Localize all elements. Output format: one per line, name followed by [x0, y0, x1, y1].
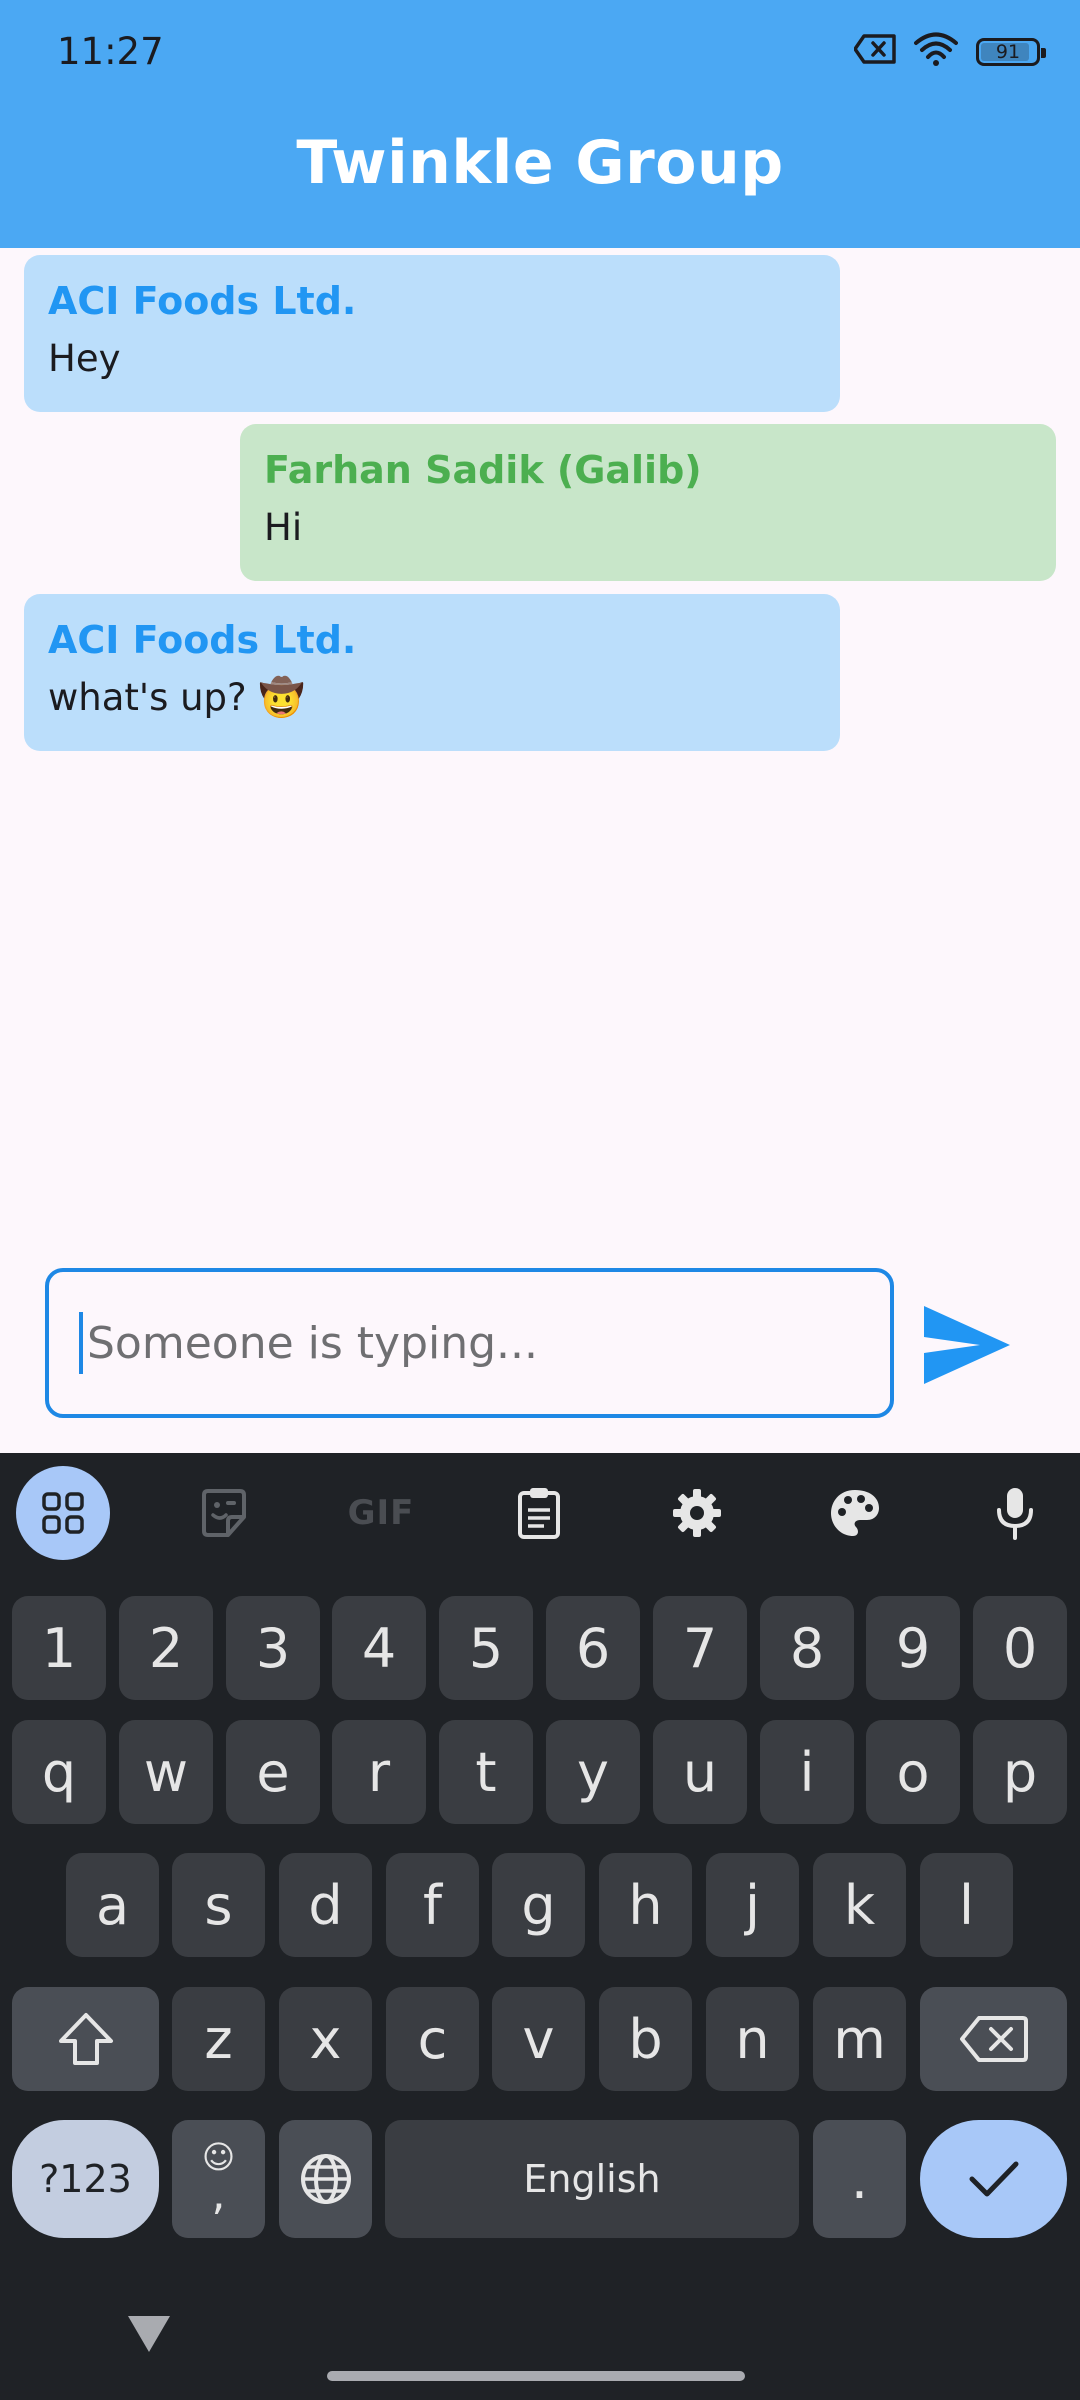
clipboard-icon [518, 1488, 560, 1539]
keyboard: GIF 1 2 3 4 5 6 7 8 9 0 q w e r t y u i … [0, 1453, 1080, 2400]
apps-grid-icon [42, 1492, 84, 1534]
key-s[interactable]: s [172, 1853, 265, 1957]
message-input-box[interactable] [45, 1268, 894, 1418]
symbols-key[interactable]: ?123 [12, 2120, 159, 2238]
comma-label: , [211, 2169, 226, 2220]
message-sender: ACI Foods Ltd. [48, 618, 357, 662]
key-v[interactable]: v [492, 1987, 585, 2091]
key-d[interactable]: d [279, 1853, 372, 1957]
shift-icon [58, 2013, 113, 2065]
key-7[interactable]: 7 [653, 1596, 747, 1700]
sticker-icon [202, 1489, 246, 1537]
battery-level: 91 [995, 40, 1021, 63]
key-3[interactable]: 3 [226, 1596, 320, 1700]
globe-icon [300, 2154, 351, 2204]
app-bar: 11:27 91 Twinkle Group [0, 0, 1080, 248]
checkmark-icon [969, 2161, 1018, 2197]
voice-input-button[interactable] [995, 1486, 1035, 1540]
language-key[interactable] [279, 2120, 372, 2238]
key-r[interactable]: r [332, 1720, 426, 1824]
key-5[interactable]: 5 [439, 1596, 533, 1700]
key-k[interactable]: k [813, 1853, 906, 1957]
key-b[interactable]: b [599, 1987, 692, 2091]
send-button[interactable] [920, 1300, 1014, 1390]
key-p[interactable]: p [973, 1720, 1067, 1824]
message-text: what's up? 🤠 [48, 676, 305, 719]
key-a[interactable]: a [66, 1853, 159, 1957]
no-sim-icon [853, 33, 896, 70]
period-key[interactable]: . [813, 2120, 906, 2238]
chevron-down-icon [128, 2316, 170, 2352]
message-bubble[interactable]: ACI Foods Ltd. Hey [24, 255, 840, 412]
key-j[interactable]: j [706, 1853, 799, 1957]
key-2[interactable]: 2 [119, 1596, 213, 1700]
key-e[interactable]: e [226, 1720, 320, 1824]
key-t[interactable]: t [439, 1720, 533, 1824]
gear-icon [673, 1489, 721, 1537]
sticker-button[interactable] [198, 1487, 250, 1539]
status-time: 11:27 [57, 30, 164, 73]
key-l[interactable]: l [920, 1853, 1013, 1957]
key-z[interactable]: z [172, 1987, 265, 2091]
send-icon [924, 1306, 1010, 1384]
message-bubble[interactable]: Farhan Sadik (Galib) Hi [240, 424, 1056, 581]
settings-button[interactable] [672, 1488, 722, 1538]
key-9[interactable]: 9 [866, 1596, 960, 1700]
wifi-icon [914, 32, 958, 71]
message-bubble[interactable]: ACI Foods Ltd. what's up? 🤠 [24, 594, 840, 751]
key-u[interactable]: u [653, 1720, 747, 1824]
text-cursor [79, 1312, 83, 1374]
theme-button[interactable] [829, 1488, 881, 1538]
key-y[interactable]: y [546, 1720, 640, 1824]
gif-button[interactable]: GIF [348, 1493, 415, 1533]
message-sender: ACI Foods Ltd. [48, 279, 357, 323]
message-input[interactable] [85, 1316, 849, 1370]
key-0[interactable]: 0 [973, 1596, 1067, 1700]
palette-icon [831, 1490, 879, 1536]
enter-key[interactable] [920, 2120, 1067, 2238]
message-text: Hi [264, 506, 303, 549]
key-c[interactable]: c [386, 1987, 479, 2091]
key-w[interactable]: w [119, 1720, 213, 1824]
comma-key[interactable]: ☺ , [172, 2120, 265, 2238]
space-key[interactable]: English [385, 2120, 799, 2238]
message-sender: Farhan Sadik (Galib) [264, 448, 702, 492]
key-1[interactable]: 1 [12, 1596, 106, 1700]
key-6[interactable]: 6 [546, 1596, 640, 1700]
key-i[interactable]: i [760, 1720, 854, 1824]
key-4[interactable]: 4 [332, 1596, 426, 1700]
key-q[interactable]: q [12, 1720, 106, 1824]
backspace-key[interactable] [920, 1987, 1067, 2091]
status-icons: 91 [853, 32, 1046, 71]
keyboard-toolbar: GIF [0, 1453, 1080, 1573]
gif-label: GIF [347, 1493, 415, 1533]
key-f[interactable]: f [386, 1853, 479, 1957]
shift-key[interactable] [12, 1987, 159, 2091]
key-8[interactable]: 8 [760, 1596, 854, 1700]
microphone-icon [997, 1488, 1033, 1540]
hide-keyboard-button[interactable] [126, 2314, 172, 2359]
battery-icon: 91 [976, 37, 1046, 66]
key-g[interactable]: g [492, 1853, 585, 1957]
backspace-icon [959, 2016, 1028, 2062]
key-m[interactable]: m [813, 1987, 906, 2091]
key-o[interactable]: o [866, 1720, 960, 1824]
page-title: Twinkle Group [296, 128, 784, 198]
apps-grid-button[interactable] [16, 1466, 110, 1560]
key-x[interactable]: x [279, 1987, 372, 2091]
clipboard-button[interactable] [516, 1486, 562, 1540]
message-text: Hey [48, 337, 121, 380]
home-indicator[interactable] [327, 2371, 745, 2381]
key-h[interactable]: h [599, 1853, 692, 1957]
key-n[interactable]: n [706, 1987, 799, 2091]
